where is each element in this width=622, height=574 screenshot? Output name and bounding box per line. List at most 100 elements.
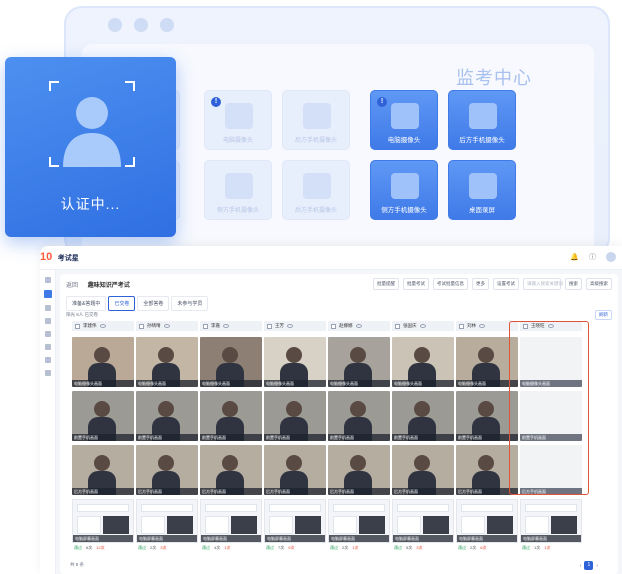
monitor-tile[interactable]: 侧方手机摄像头 (370, 160, 438, 220)
camera-feed[interactable]: 电脑摄像头画面 (328, 337, 390, 387)
screen-recording[interactable]: 电脑屏幕画面 (136, 499, 198, 543)
page-number[interactable]: 1 (584, 561, 594, 570)
refresh-button[interactable]: 刷新 (595, 310, 612, 320)
camera-feed[interactable]: 前置手机画面 (264, 391, 326, 441)
next-page-icon[interactable]: › (596, 563, 598, 569)
screen-caption: 电脑屏幕画面 (393, 535, 453, 542)
sidebar-item-exam-icon[interactable] (43, 290, 52, 298)
select-checkbox[interactable] (459, 323, 464, 329)
screen-recording[interactable]: 电脑屏幕画面 (520, 499, 582, 543)
camera-feed[interactable]: 电脑摄像头画面 (392, 337, 454, 387)
screen-recording[interactable]: 电脑屏幕画面 (200, 499, 262, 543)
screen-form-block (461, 516, 485, 534)
candidate-column: 李嘉 电脑摄像头画面 前置手机画面 后方手机画面 电脑屏幕画面 通过 4次 1次 (200, 321, 262, 551)
monitor-tile[interactable]: 后方手机摄像头 (448, 90, 516, 150)
bell-icon[interactable]: 🔔 (570, 253, 579, 261)
camera-feed[interactable]: 前置手机画面 (200, 391, 262, 441)
face-frame (49, 81, 135, 167)
toolbar-info-button[interactable]: 考试批量信息 (433, 278, 468, 290)
switch-count: 4次 (214, 545, 221, 550)
screen-recording[interactable]: 电脑屏幕画面 (72, 499, 134, 543)
toolbar-settings-button[interactable]: 设置考试 (493, 278, 519, 290)
monitor-tile[interactable]: 后方手机摄像头 (282, 160, 350, 220)
sidebar-item-home-icon[interactable] (44, 277, 51, 283)
candidate-stats: 通过 2次 3次 (136, 545, 198, 551)
sidebar-item-stats-icon[interactable] (44, 357, 51, 363)
monitor-title: 监考中心 (456, 68, 532, 88)
switch-count: 5次 (406, 545, 413, 550)
toolbar-more-button[interactable]: 更多 (472, 278, 489, 290)
monitor-tile[interactable]: ! 电脑摄像头 (370, 90, 438, 150)
sidebar-item-paper-icon[interactable] (44, 318, 51, 324)
camera-feed[interactable]: 电脑摄像头画面 (72, 337, 134, 387)
camera-feed[interactable]: 电脑摄像头画面 (136, 337, 198, 387)
eye-icon[interactable] (479, 324, 485, 328)
tab-1[interactable]: 已交卷 (108, 296, 136, 311)
toolbar-exam-button[interactable]: 批量考试 (403, 278, 429, 290)
sidebar-item-group-icon[interactable] (44, 344, 51, 350)
sidebar-item-user-icon[interactable] (44, 331, 51, 337)
search-input[interactable]: 请输入搜索关键词 (523, 278, 563, 290)
feed-caption: 电脑摄像头画面 (200, 380, 262, 387)
avatar[interactable] (606, 252, 616, 262)
feed-caption: 后方手机画面 (264, 488, 326, 495)
select-checkbox[interactable] (331, 323, 336, 329)
prev-page-icon[interactable]: ‹ (580, 563, 582, 569)
tab-2[interactable]: 全部答卷 (137, 296, 170, 311)
screen-recording[interactable]: 电脑屏幕画面 (456, 499, 518, 543)
camera-feed[interactable]: 后方手机画面 (392, 445, 454, 495)
switch-count: 2次 (470, 545, 477, 550)
exam-name: 趣味知识严考试 (87, 283, 130, 289)
feed-caption: 前置手机画面 (200, 434, 262, 441)
violation-count: 3次 (160, 545, 167, 550)
back-link[interactable]: 返回 (66, 283, 78, 289)
eye-icon[interactable] (355, 324, 362, 328)
screen-caption: 电脑屏幕画面 (137, 535, 197, 542)
select-checkbox[interactable] (395, 323, 400, 329)
camera-figure-icon (303, 173, 331, 199)
camera-feed[interactable]: 后方手机画面 (72, 445, 134, 495)
help-icon[interactable]: ⓘ (589, 252, 596, 262)
monitor-tile[interactable]: ! 电脑摄像头 (204, 90, 272, 150)
feed-caption: 后方手机画面 (392, 488, 454, 495)
brand-name: 考试星 (57, 255, 79, 262)
eye-icon[interactable] (287, 324, 293, 328)
eye-icon[interactable] (223, 324, 229, 328)
filter-button[interactable]: 高级搜索 (586, 278, 612, 290)
select-checkbox[interactable] (267, 323, 272, 329)
tab-3[interactable]: 未参与学员 (171, 296, 209, 311)
search-button[interactable]: 搜索 (565, 278, 582, 290)
camera-feed[interactable]: 前置手机画面 (392, 391, 454, 441)
camera-figure-icon (225, 173, 253, 199)
select-checkbox[interactable] (203, 323, 208, 329)
feed-caption: 前置手机画面 (264, 434, 326, 441)
screen-recording[interactable]: 电脑屏幕画面 (328, 499, 390, 543)
eye-icon[interactable] (99, 324, 106, 328)
screen-recording[interactable]: 电脑屏幕画面 (264, 499, 326, 543)
camera-feed[interactable]: 电脑摄像头画面 (264, 337, 326, 387)
camera-feed[interactable]: 前置手机画面 (328, 391, 390, 441)
feed-caption: 前置手机画面 (392, 434, 454, 441)
camera-feed[interactable]: 电脑摄像头画面 (200, 337, 262, 387)
sidebar-item-bank-icon[interactable] (44, 305, 51, 311)
tab-0[interactable]: 准备&答题中 (66, 296, 107, 311)
select-checkbox[interactable] (139, 323, 144, 329)
camera-feed[interactable]: 前置手机画面 (72, 391, 134, 441)
monitor-tile[interactable]: 侧方手机摄像头 (204, 160, 272, 220)
camera-feed[interactable]: 前置手机画面 (136, 391, 198, 441)
select-checkbox[interactable] (75, 323, 80, 329)
camera-feed[interactable]: 后方手机画面 (328, 445, 390, 495)
sidebar-item-settings-icon[interactable] (44, 370, 51, 376)
toolbar-remind-button[interactable]: 批量提醒 (373, 278, 399, 290)
user-icon (63, 97, 121, 167)
screen-dark-block (487, 516, 513, 534)
camera-feed[interactable]: 后方手机画面 (200, 445, 262, 495)
eye-icon[interactable] (419, 324, 426, 328)
screen-recording[interactable]: 电脑屏幕画面 (392, 499, 454, 543)
camera-feed[interactable]: 后方手机画面 (136, 445, 198, 495)
monitor-tile[interactable]: 桌面录屏 (448, 160, 516, 220)
camera-feed[interactable]: 后方手机画面 (264, 445, 326, 495)
screen-page-block (77, 504, 129, 512)
eye-icon[interactable] (163, 324, 170, 328)
monitor-tile[interactable]: 后方手机摄像头 (282, 90, 350, 150)
